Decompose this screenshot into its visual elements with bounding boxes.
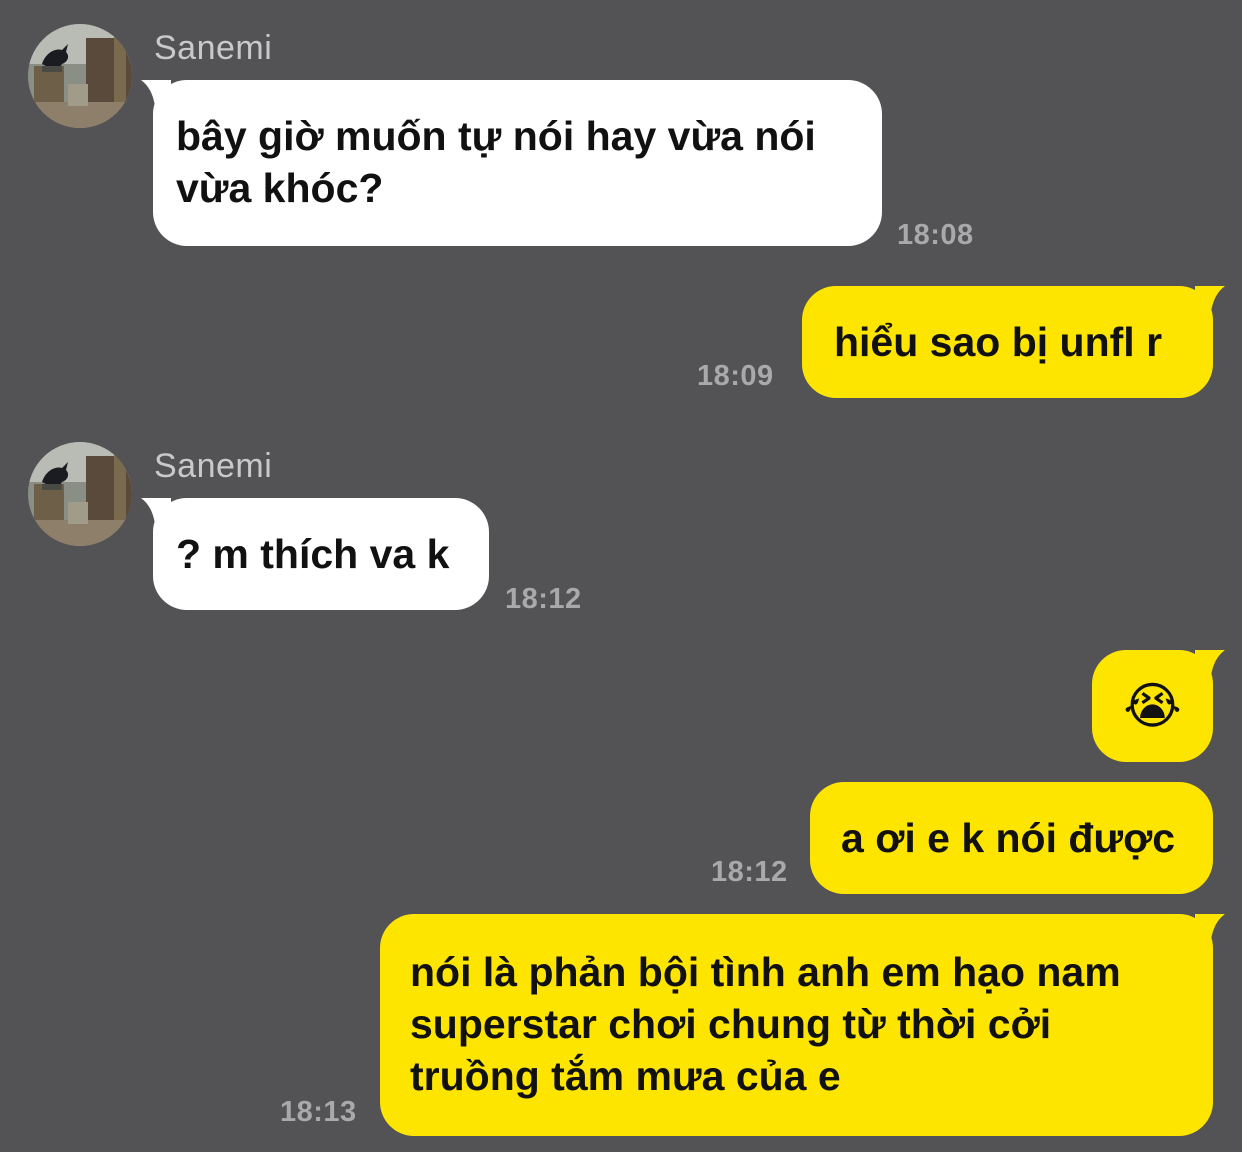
sender-name: Sanemi [154, 29, 273, 67]
message-bubble-outgoing[interactable]: hiểu sao bị unfl r [802, 286, 1225, 398]
message-timestamp: 18:12 [711, 856, 788, 888]
sender-name: Sanemi [154, 447, 273, 485]
message-bubble-incoming[interactable]: bây giờ muốn tự nói hay vừa nói vừa khóc… [141, 80, 882, 246]
message-timestamp: 18:13 [280, 1096, 357, 1128]
message-bubble-incoming[interactable]: ? m thích va k [141, 498, 489, 610]
chat-thread: Sanemi bây giờ muốn tự nói hay vừa nói v… [0, 0, 1242, 1152]
avatar[interactable] [28, 442, 132, 546]
crow-avatar-icon [28, 24, 132, 128]
message-text: hiểu sao bị unfl r [834, 319, 1163, 365]
bubble-tail-icon [141, 498, 171, 524]
message-bubble-outgoing[interactable]: nói là phản bội tình anh em hạo nam supe… [380, 914, 1225, 1136]
message-timestamp: 18:08 [897, 219, 974, 251]
bubble-tail-icon [141, 80, 171, 106]
message-text: ? m thích va k [176, 531, 450, 577]
crow-avatar-icon [28, 442, 132, 546]
message-text: bây giờ muốn tự nói hay vừa nói vừa khóc… [176, 113, 816, 211]
bubble-tail-icon [1195, 914, 1225, 940]
message-timestamp: 18:12 [505, 583, 582, 615]
message-text: nói là phản bội tình anh em hạo nam supe… [410, 949, 1121, 1099]
message-bubble-outgoing[interactable]: a ơi e k nói được [810, 782, 1213, 894]
crying-face-emoji: 😭 [1123, 678, 1182, 734]
message-text: a ơi e k nói được [841, 815, 1176, 861]
message-timestamp: 18:09 [697, 360, 774, 392]
bubble-tail-icon [1195, 286, 1225, 312]
message-bubble-outgoing[interactable]: 😭 [1092, 650, 1225, 762]
bubble-tail-icon [1195, 650, 1225, 676]
avatar[interactable] [28, 24, 132, 128]
